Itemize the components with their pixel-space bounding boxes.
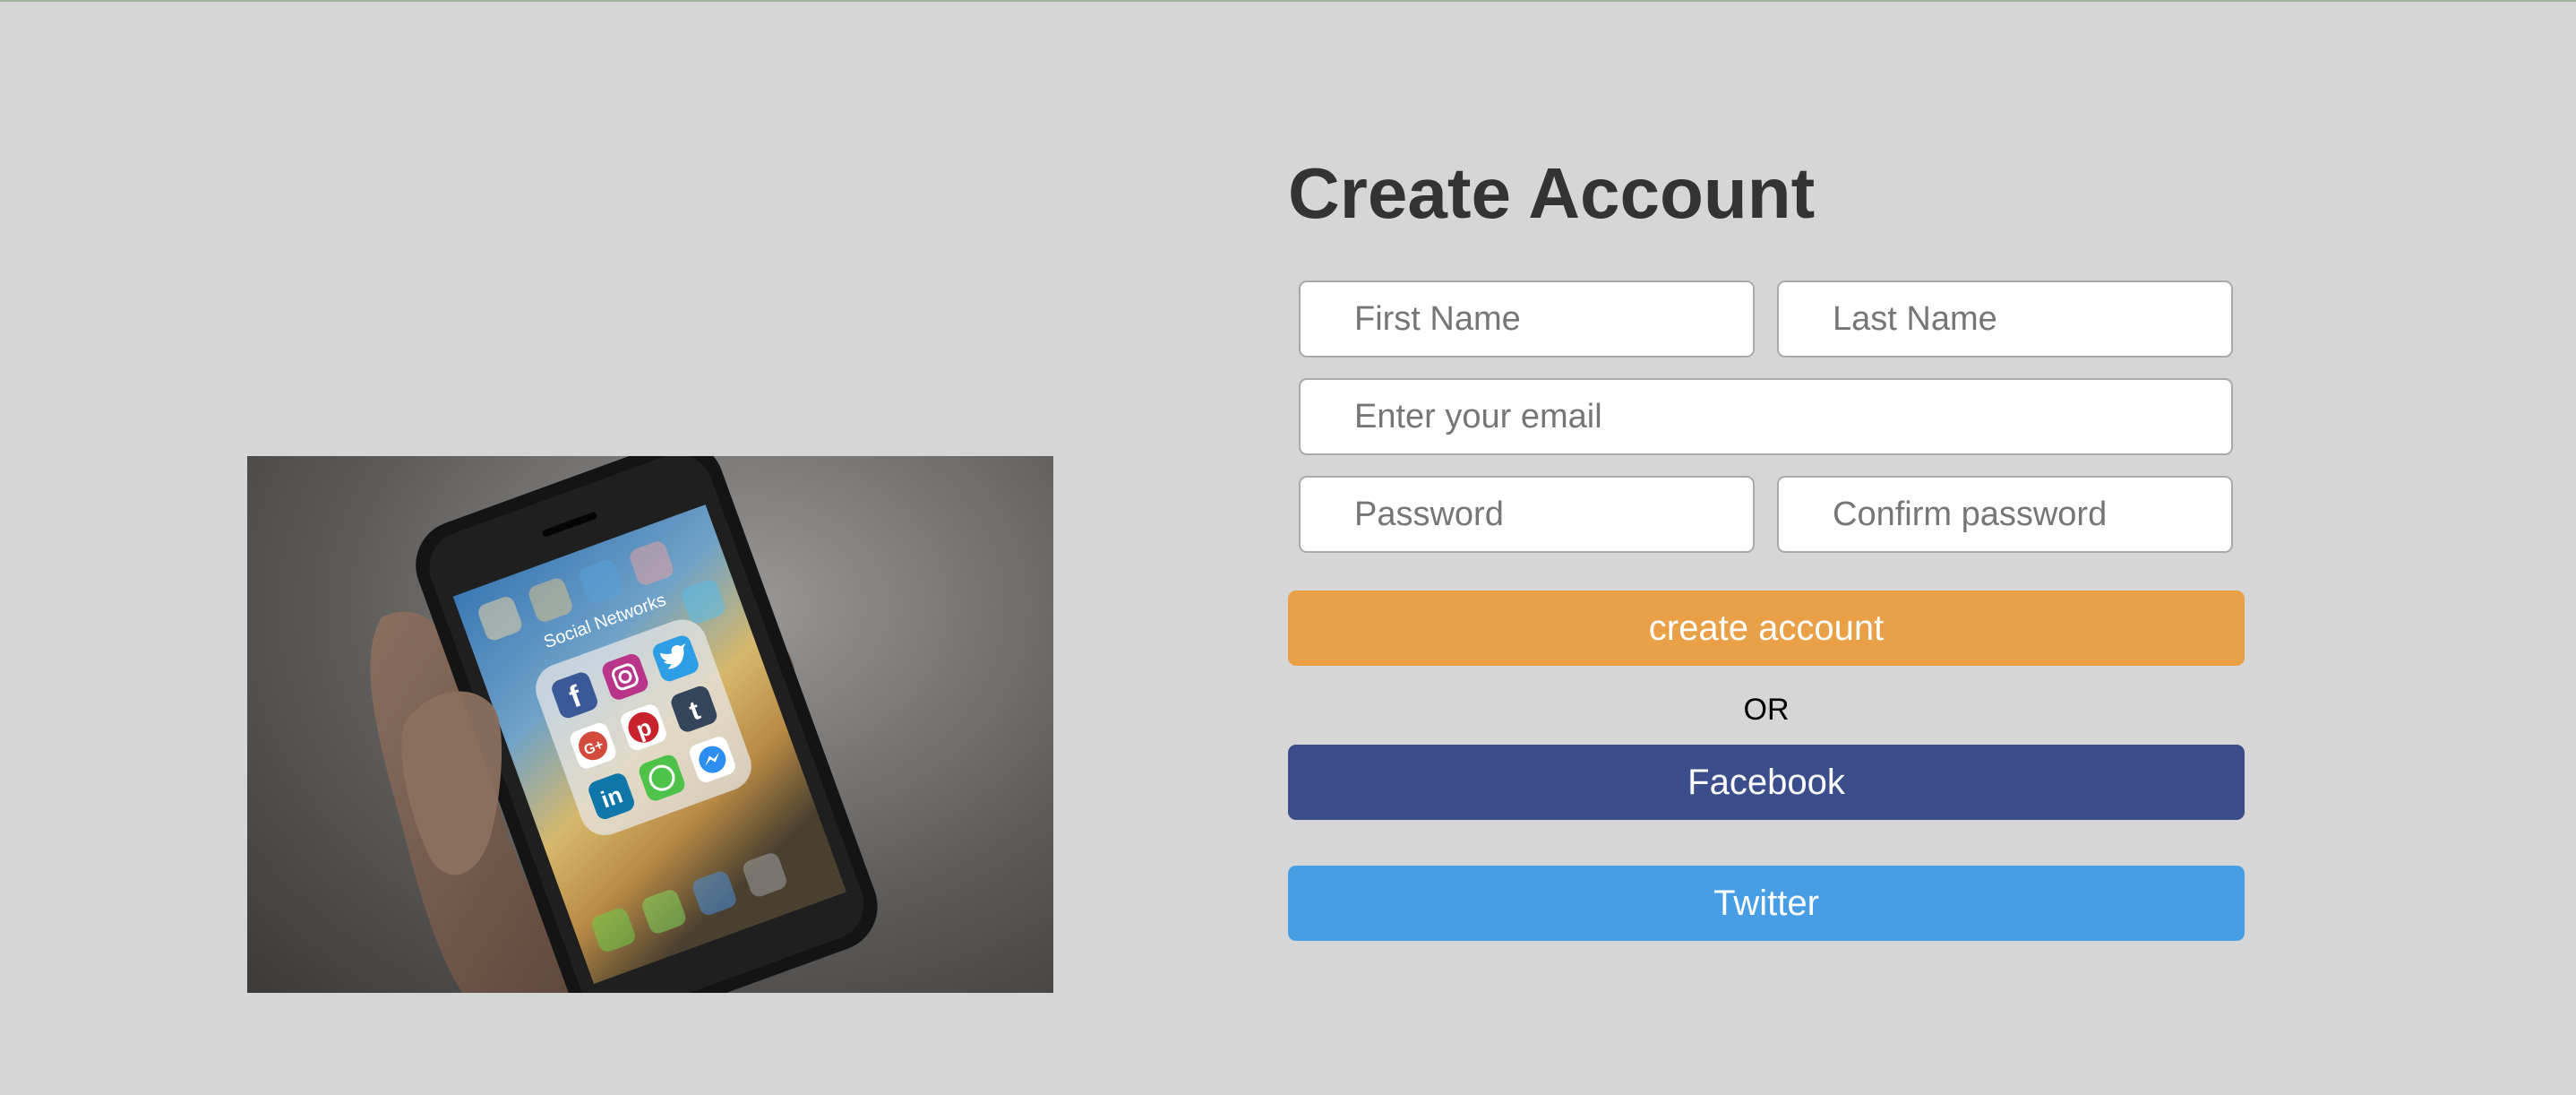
page-title: Create Account [1288, 153, 1816, 233]
password-input[interactable] [1299, 476, 1755, 553]
last-name-input[interactable] [1777, 280, 2233, 358]
facebook-button[interactable]: Facebook [1288, 745, 2245, 820]
twitter-button[interactable]: Twitter [1288, 866, 2245, 941]
hero-photo: Social Networks f G+ p t in [247, 456, 1053, 993]
email-input[interactable] [1299, 378, 2233, 455]
confirm-password-input[interactable] [1777, 476, 2233, 553]
or-divider: OR [1743, 693, 1790, 727]
first-name-input[interactable] [1299, 280, 1755, 358]
create-account-button[interactable]: create account [1288, 591, 2245, 666]
